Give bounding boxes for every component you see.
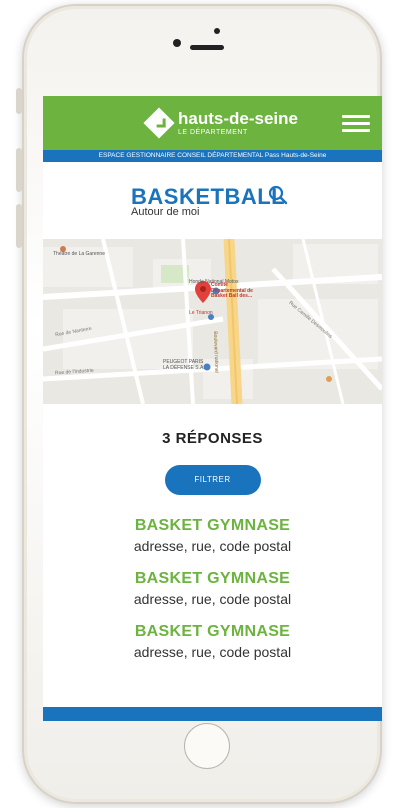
top-navbar: hauts-de-seine LE DÉPARTEMENT [43, 96, 382, 150]
result-address: adresse, rue, code postal [133, 538, 292, 554]
map-label: PEUGEOT PARIS LA DÉFENSE S.A. [163, 359, 205, 371]
poi-dot[interactable] [326, 376, 332, 382]
phone-side-button [16, 204, 22, 248]
result-item[interactable]: BASKET GYMNASE adresse, rue, code postal [43, 570, 382, 607]
page-header: BASKETBALL Autour de moi [43, 162, 382, 239]
result-item[interactable]: BASKET GYMNASE adresse, rue, code postal [43, 623, 382, 660]
manager-banner[interactable]: ESPACE GESTIONNAIRE CONSEIL DÉPARTEMENTA… [43, 150, 382, 162]
result-name[interactable]: BASKET GYMNASE [43, 570, 382, 588]
map-label: Théâtre de La Garenne [53, 251, 105, 257]
result-name[interactable]: BASKET GYMNASE [43, 623, 382, 641]
result-name[interactable]: BASKET GYMNASE [43, 517, 382, 535]
search-icon[interactable] [268, 184, 288, 206]
logo-name: hauts-de-seine [178, 109, 298, 128]
page-subtitle: Autour de moi [131, 206, 200, 218]
filter-button[interactable]: FILTRER [164, 465, 261, 495]
result-address: adresse, rue, code postal [133, 644, 292, 660]
phone-speaker [190, 45, 224, 50]
results-section: 3 RÉPONSES FILTRER BASKET GYMNASE adress… [43, 430, 382, 660]
footer-bar [43, 707, 382, 721]
app-screen: hauts-de-seine LE DÉPARTEMENT ESPACE GES… [43, 96, 382, 721]
phone-side-button [16, 148, 22, 192]
map-view[interactable]: Théâtre de La Garenne Honda National Mot… [43, 239, 382, 404]
result-item[interactable]: BASKET GYMNASE adresse, rue, code postal [43, 517, 382, 554]
map-label: Comité Départemental de Basket Ball des.… [211, 282, 253, 299]
brand-logo[interactable]: hauts-de-seine LE DÉPARTEMENT [143, 107, 298, 139]
logo-subtitle: LE DÉPARTEMENT [178, 129, 248, 136]
hamburger-menu-icon[interactable] [342, 115, 370, 132]
map-label: Le Trianon [189, 310, 213, 316]
logo-diamond-icon [143, 107, 175, 139]
phone-sensor [214, 28, 220, 34]
result-address: adresse, rue, code postal [133, 591, 292, 607]
phone-camera [173, 39, 181, 47]
results-count: 3 RÉPONSES [162, 430, 263, 447]
phone-side-button [16, 88, 22, 114]
home-button[interactable] [184, 723, 230, 769]
